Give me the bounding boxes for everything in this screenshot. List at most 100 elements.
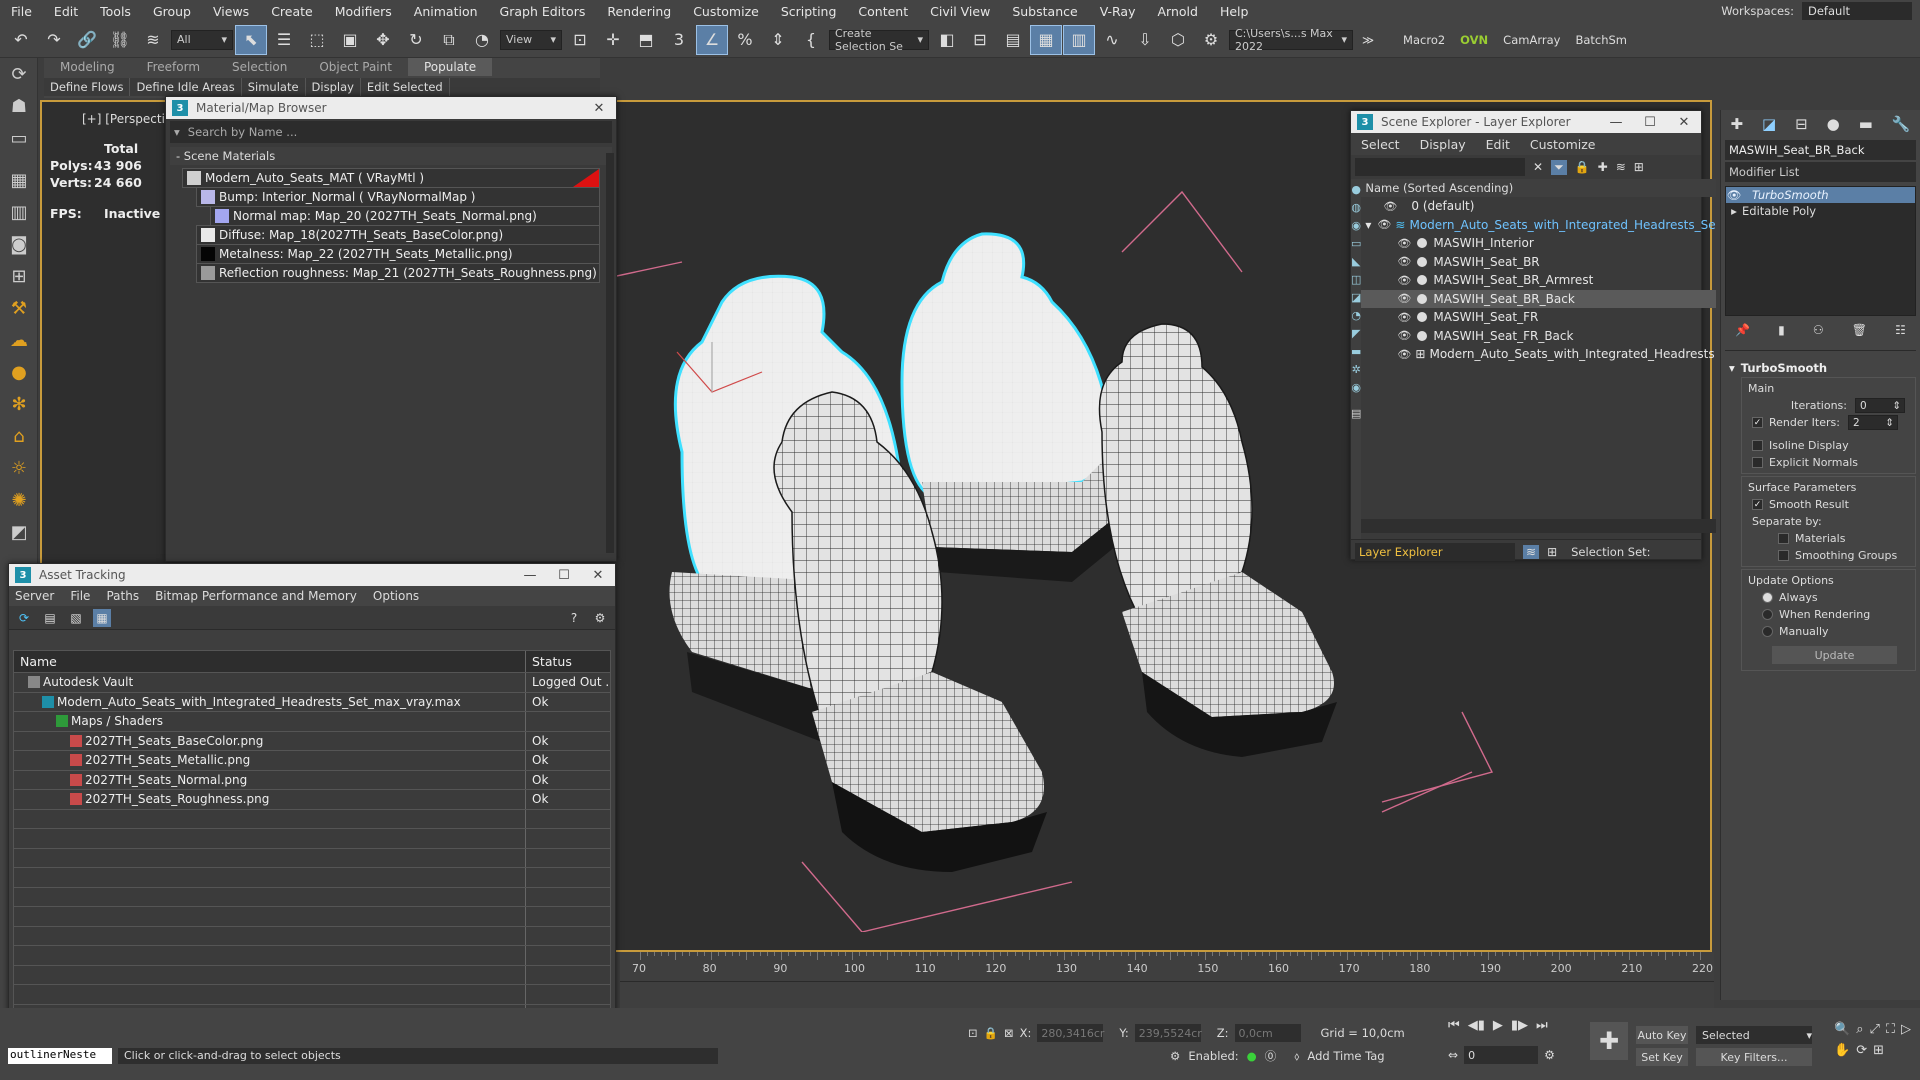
scene-menu-edit[interactable]: Edit <box>1476 137 1520 152</box>
close-icon[interactable]: ✕ <box>582 101 616 116</box>
menu-item-customize[interactable]: Customize <box>682 4 770 19</box>
scene-tree-row[interactable]: 👁 MASWIH_Seat_BR <box>1361 253 1715 272</box>
spinner-arrows-icon[interactable]: ⇕ <box>1885 417 1894 429</box>
asset-menu-bitmap-performance-and-memory[interactable]: Bitmap Performance and Memory <box>155 589 357 603</box>
goto-start-icon[interactable]: ⏮ <box>1448 1018 1460 1033</box>
asset-menu-file[interactable]: File <box>70 589 90 603</box>
maximize-icon[interactable]: ☐ <box>547 568 581 583</box>
toggle-layer-explorer-icon[interactable]: ▦ <box>1030 24 1062 55</box>
material-browser-scrollbar[interactable] <box>606 153 614 553</box>
refresh-icon[interactable]: ⟳ <box>15 609 33 627</box>
material-browser-titlebar[interactable]: 3 Material/Map Browser ✕ <box>166 97 616 119</box>
zoom-all-icon[interactable]: ⌕ <box>1856 1022 1863 1037</box>
camarray-button[interactable]: CamArray <box>1497 33 1566 47</box>
spacewarp-filter-icon[interactable]: ◪ <box>1351 291 1361 304</box>
eye-icon[interactable]: 👁 <box>1397 329 1411 342</box>
eye-icon[interactable]: 👁 <box>1397 348 1411 361</box>
eye-icon[interactable]: 👁 <box>1397 237 1411 250</box>
close-icon[interactable]: ✕ <box>1667 115 1701 130</box>
camera-filter-icon[interactable]: ◣ <box>1352 255 1360 268</box>
ribbon-button-display[interactable]: Display <box>306 78 361 96</box>
absolute-mode-icon[interactable]: ⊠ <box>1004 1026 1014 1040</box>
menu-item-file[interactable]: File <box>0 4 43 19</box>
key-mode-icon[interactable]: ⇔ <box>1448 1048 1458 1062</box>
table-row[interactable] <box>14 868 610 888</box>
ribbon-button-edit-selected[interactable]: Edit Selected <box>361 78 450 96</box>
scene-menu-customize[interactable]: Customize <box>1520 137 1606 152</box>
minimize-icon[interactable]: — <box>513 568 547 583</box>
scene-tree-row[interactable]: ▾ 👁 ≋ Modern_Auto_Seats_with_Integrated_Hea… <box>1361 216 1715 235</box>
material-search-field[interactable]: ▾ Search by Name ... <box>170 121 612 143</box>
ovn-button[interactable]: OVN <box>1454 33 1494 47</box>
asset-menu-options[interactable]: Options <box>373 589 419 603</box>
render-iters-spinner[interactable]: 2 ⇕ <box>1847 415 1898 430</box>
table-row[interactable]: Maps / Shaders <box>14 712 610 732</box>
percent-snap-icon[interactable]: % <box>730 26 760 54</box>
modify-tab-icon[interactable]: ◪ <box>1762 115 1776 133</box>
ribbon-button-define-flows[interactable]: Define Flows <box>44 78 131 96</box>
edit-named-selection-icon[interactable]: { <box>796 26 826 54</box>
shape-filter-icon[interactable]: ◉ <box>1351 219 1361 232</box>
manually-radio[interactable] <box>1762 626 1773 637</box>
previous-frame-icon[interactable]: ◀▮ <box>1468 1018 1485 1033</box>
select-by-name-icon[interactable]: ☰ <box>269 26 299 54</box>
scene-horizontal-scrollbar[interactable] <box>1361 519 1716 533</box>
spinner-arrows-icon[interactable]: ⇕ <box>1892 400 1901 412</box>
make-unique-icon[interactable]: ⚇ <box>1813 323 1824 337</box>
eye-icon[interactable]: 👁 <box>1397 311 1411 324</box>
snaps-toggle-icon[interactable]: 3 <box>664 26 694 54</box>
eye-icon[interactable]: 👁 <box>1397 274 1411 287</box>
scene-menu-select[interactable]: Select <box>1351 137 1410 152</box>
current-frame-field[interactable]: 0 <box>1464 1046 1539 1064</box>
eye-icon[interactable]: 👁 <box>1397 292 1411 305</box>
sun-icon[interactable]: ✺ <box>0 484 38 516</box>
menu-item-edit[interactable]: Edit <box>43 4 89 19</box>
rectangular-selection-icon[interactable]: ⬚ <box>302 26 332 54</box>
page-icon[interactable]: ▤ <box>1351 407 1361 420</box>
menu-item-scripting[interactable]: Scripting <box>770 4 848 19</box>
table-row[interactable]: 2027TH_Seats_Metallic.png Ok <box>14 751 610 771</box>
tag-icon[interactable]: ⬨ <box>1294 1049 1299 1064</box>
camera-icon[interactable]: ◙ <box>0 228 38 260</box>
orbit-icon[interactable]: ⟳ <box>0 58 38 90</box>
smooth-result-checkbox[interactable]: ✓ <box>1752 499 1763 510</box>
hierarchy-tab-icon[interactable]: ⊟ <box>1795 115 1808 133</box>
material-item[interactable]: Normal map: Map_20 (2027TH_Seats_Normal.… <box>210 206 600 226</box>
menu-item-group[interactable]: Group <box>142 4 202 19</box>
ribbon-tab-object-paint[interactable]: Object Paint <box>303 58 408 76</box>
expand-arrow-icon[interactable]: ▾ <box>1365 218 1377 232</box>
show-end-result-icon[interactable]: ▮ <box>1778 323 1785 337</box>
asset-menu-paths[interactable]: Paths <box>106 589 139 603</box>
isolate-icon[interactable]: ⊡ <box>968 1026 978 1040</box>
eye-icon[interactable]: 👁 <box>1377 218 1391 231</box>
menu-item-v-ray[interactable]: V-Ray <box>1089 4 1147 19</box>
material-item[interactable]: Metalness: Map_22 (2027TH_Seats_Metallic… <box>196 244 600 264</box>
expand-arrow-icon[interactable]: ▸ <box>1726 204 1742 218</box>
menu-item-views[interactable]: Views <box>202 4 260 19</box>
maximize-icon[interactable]: ☐ <box>1633 115 1667 130</box>
pin-stack-icon[interactable]: 📌 <box>1735 323 1750 337</box>
column-name[interactable]: Name <box>14 651 526 672</box>
keyboard-shortcut-override-icon[interactable]: ⬒ <box>631 26 661 54</box>
create-tab-icon[interactable]: ✚ <box>1730 115 1743 133</box>
bind-space-warp-icon[interactable]: ≋ <box>138 26 168 54</box>
layers-icon[interactable]: ≋ <box>1616 160 1626 174</box>
display-none-icon[interactable]: ● <box>1351 183 1361 196</box>
time-config-icon[interactable]: ⚙ <box>1544 1048 1555 1062</box>
menu-item-civil-view[interactable]: Civil View <box>919 4 1001 19</box>
menu-item-modifiers[interactable]: Modifiers <box>324 4 403 19</box>
pivot-center-icon[interactable]: ⊡ <box>565 26 595 54</box>
helper-filter-icon[interactable]: ◫ <box>1351 273 1361 286</box>
add-time-tag-label[interactable]: Add Time Tag <box>1307 1049 1384 1063</box>
move-icon[interactable]: ✥ <box>368 26 398 54</box>
bone-filter-icon[interactable]: ▬ <box>1351 345 1361 358</box>
lamp-icon[interactable]: ⌂ <box>0 420 38 452</box>
hammer-icon[interactable]: ⚒ <box>0 292 38 324</box>
y-coordinate-field[interactable]: 239,5524cr <box>1134 1024 1202 1042</box>
pan-icon[interactable]: ✋ <box>1834 1043 1850 1058</box>
ribbon-tab-freeform[interactable]: Freeform <box>131 58 216 76</box>
scene-explorer-titlebar[interactable]: 3 Scene Explorer - Layer Explorer — ☐ ✕ <box>1351 111 1701 133</box>
ribbon-tab-modeling[interactable]: Modeling <box>44 58 131 76</box>
material-editor-icon[interactable]: ⬡ <box>1163 26 1193 54</box>
script-icon[interactable]: ⚙ <box>1170 1049 1180 1063</box>
